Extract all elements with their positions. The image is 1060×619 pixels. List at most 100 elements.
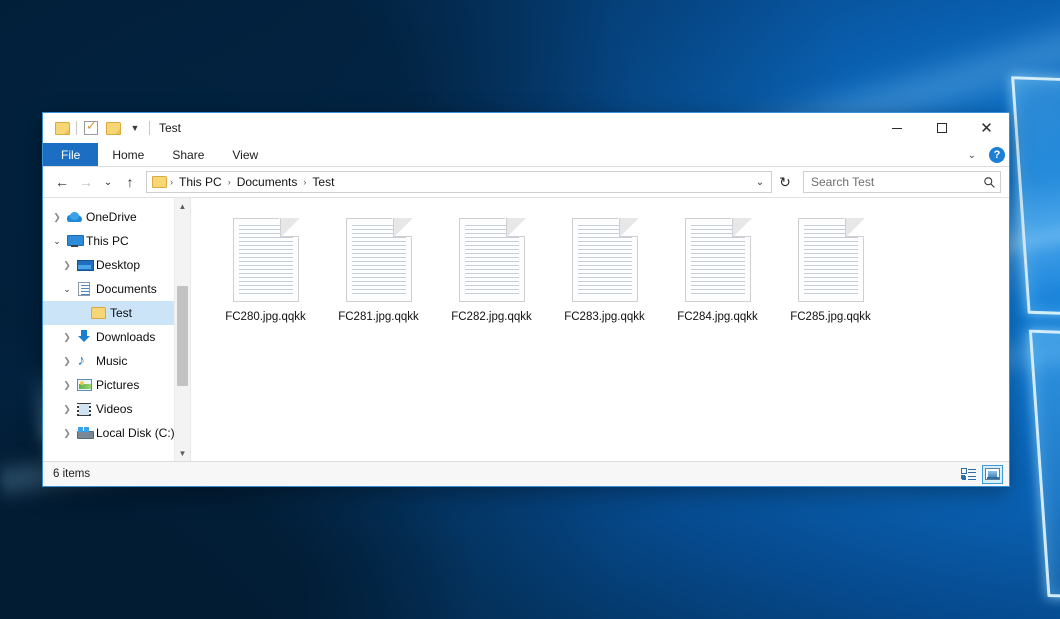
view-mode-buttons xyxy=(958,465,1003,484)
address-dropdown-chevron-down-icon[interactable]: ⌄ xyxy=(751,172,769,192)
chevron-right-icon[interactable]: ❯ xyxy=(59,332,75,343)
help-icon[interactable]: ? xyxy=(989,147,1005,163)
sidebar-item-onedrive[interactable]: ❯ OneDrive xyxy=(43,205,188,229)
pictures-icon xyxy=(75,379,93,391)
item-count-label: 6 items xyxy=(53,468,90,480)
tab-view[interactable]: View xyxy=(218,143,272,166)
chevron-right-icon[interactable]: ❯ xyxy=(59,380,75,391)
documents-icon xyxy=(75,282,93,296)
tab-share[interactable]: Share xyxy=(158,143,218,166)
file-name: FC284.jpg.qqkk xyxy=(677,311,758,323)
generic-document-icon xyxy=(798,218,864,302)
ribbon-right-controls: ⌄ ? xyxy=(963,143,1005,167)
breadcrumb: › This PC › Documents › Test xyxy=(168,175,751,189)
properties-checkbox-icon[interactable] xyxy=(80,117,102,139)
sidebar-item-label: Downloads xyxy=(96,330,155,344)
close-button[interactable]: ✕ xyxy=(964,113,1009,143)
sidebar-item-label: OneDrive xyxy=(86,210,137,224)
generic-document-icon xyxy=(233,218,299,302)
file-name: FC285.jpg.qqkk xyxy=(790,311,871,323)
toolbar-separator xyxy=(76,121,77,135)
chevron-right-icon[interactable]: ❯ xyxy=(49,212,65,223)
folder-tree: ❯ OneDrive ⌄ This PC ❯ Desktop xyxy=(43,205,190,445)
ribbon-tab-bar: File Home Share View ⌄ ? xyxy=(43,143,1009,167)
large-icons-view-icon xyxy=(985,468,1000,480)
window-controls: ✕ xyxy=(874,113,1009,143)
up-arrow-icon[interactable]: ↑ xyxy=(119,171,141,193)
minimize-button[interactable] xyxy=(874,113,919,143)
sidebar-item-label: Music xyxy=(96,354,127,368)
file-name: FC282.jpg.qqkk xyxy=(451,311,532,323)
tab-file[interactable]: File xyxy=(43,143,98,166)
breadcrumb-separator-2: › xyxy=(301,177,308,187)
list-item[interactable]: FC284.jpg.qqkk xyxy=(661,212,774,344)
scroll-down-icon[interactable]: ▼ xyxy=(175,445,190,461)
sidebar-item-label: Documents xyxy=(96,282,157,296)
file-list-view[interactable]: FC280.jpg.qqkk FC281.jpg.qqkk FC282.jpg.… xyxy=(191,198,1009,461)
window-body: ❯ OneDrive ⌄ This PC ❯ Desktop xyxy=(43,197,1009,461)
window-title: Test xyxy=(159,121,181,135)
sidebar-item-local-disk-c[interactable]: ❯ Local Disk (C:) xyxy=(43,421,188,445)
search-input[interactable]: Search Test xyxy=(811,175,983,189)
sidebar-item-label: This PC xyxy=(86,234,129,248)
sidebar-item-label: Pictures xyxy=(96,378,139,392)
list-item[interactable]: FC282.jpg.qqkk xyxy=(435,212,548,344)
back-arrow-icon[interactable]: ← xyxy=(51,171,73,193)
minimize-icon xyxy=(892,128,902,129)
details-view-button[interactable] xyxy=(958,465,979,484)
generic-document-icon xyxy=(459,218,525,302)
list-item[interactable]: FC285.jpg.qqkk xyxy=(774,212,887,344)
folder-icon xyxy=(89,307,107,319)
sidebar-item-test[interactable]: Test xyxy=(43,301,188,325)
breadcrumb-item-this-pc[interactable]: This PC xyxy=(175,175,226,189)
sidebar-item-music[interactable]: ❯ ♪ Music xyxy=(43,349,188,373)
expand-ribbon-chevron-down-icon[interactable]: ⌄ xyxy=(963,150,981,161)
breadcrumb-item-test[interactable]: Test xyxy=(308,175,338,189)
list-item[interactable]: FC283.jpg.qqkk xyxy=(548,212,661,344)
new-folder-icon[interactable] xyxy=(102,117,124,139)
file-explorer-window: ▼ Test ✕ File Home Share View xyxy=(42,112,1010,487)
recent-locations-chevron-down-icon[interactable]: ⌄ xyxy=(99,171,117,193)
address-bar[interactable]: › This PC › Documents › Test ⌄ xyxy=(146,171,772,193)
chevron-right-icon[interactable]: ❯ xyxy=(59,428,75,439)
refresh-icon[interactable]: ↻ xyxy=(774,171,796,193)
system-menu-folder-icon[interactable] xyxy=(51,117,73,139)
close-icon: ✕ xyxy=(980,121,993,136)
large-icons-view-button[interactable] xyxy=(982,465,1003,484)
videos-icon xyxy=(75,403,93,416)
breadcrumb-item-documents[interactable]: Documents xyxy=(233,175,302,189)
address-bar-row: ← → ⌄ ↑ › This PC › Documents › Test ⌄ ↻… xyxy=(43,167,1009,197)
generic-document-icon xyxy=(685,218,751,302)
scrollbar-thumb[interactable] xyxy=(177,286,188,386)
customize-quick-access-chevron-down-icon[interactable]: ▼ xyxy=(124,117,146,139)
generic-document-icon xyxy=(346,218,412,302)
maximize-icon xyxy=(937,123,947,133)
file-name: FC280.jpg.qqkk xyxy=(225,311,306,323)
forward-arrow-icon[interactable]: → xyxy=(75,171,97,193)
search-box[interactable]: Search Test xyxy=(803,171,1001,193)
chevron-right-icon[interactable]: ❯ xyxy=(59,356,75,367)
sidebar-item-videos[interactable]: ❯ Videos xyxy=(43,397,188,421)
scroll-up-icon[interactable]: ▲ xyxy=(175,198,190,214)
title-bar: ▼ Test ✕ xyxy=(43,113,1009,143)
sidebar-item-downloads[interactable]: ❯ Downloads xyxy=(43,325,188,349)
disk-icon xyxy=(75,427,93,439)
navigation-pane-scrollbar[interactable]: ▲ ▼ xyxy=(174,198,190,461)
chevron-right-icon[interactable]: ❯ xyxy=(59,260,75,271)
sidebar-item-this-pc[interactable]: ⌄ This PC xyxy=(43,229,188,253)
tab-home[interactable]: Home xyxy=(98,143,158,166)
chevron-right-icon[interactable]: ❯ xyxy=(59,404,75,415)
sidebar-item-pictures[interactable]: ❯ Pictures xyxy=(43,373,188,397)
status-bar: 6 items xyxy=(43,461,1009,486)
sidebar-item-desktop[interactable]: ❯ Desktop xyxy=(43,253,188,277)
sidebar-item-documents[interactable]: ⌄ Documents xyxy=(43,277,188,301)
generic-document-icon xyxy=(572,218,638,302)
desktop: ▼ Test ✕ File Home Share View xyxy=(0,0,1060,619)
maximize-button[interactable] xyxy=(919,113,964,143)
chevron-down-icon[interactable]: ⌄ xyxy=(49,236,65,247)
sidebar-item-label: Test xyxy=(110,306,132,320)
list-item[interactable]: FC281.jpg.qqkk xyxy=(322,212,435,344)
list-item[interactable]: FC280.jpg.qqkk xyxy=(209,212,322,344)
chevron-down-icon[interactable]: ⌄ xyxy=(59,284,75,295)
navigation-pane: ❯ OneDrive ⌄ This PC ❯ Desktop xyxy=(43,198,191,461)
